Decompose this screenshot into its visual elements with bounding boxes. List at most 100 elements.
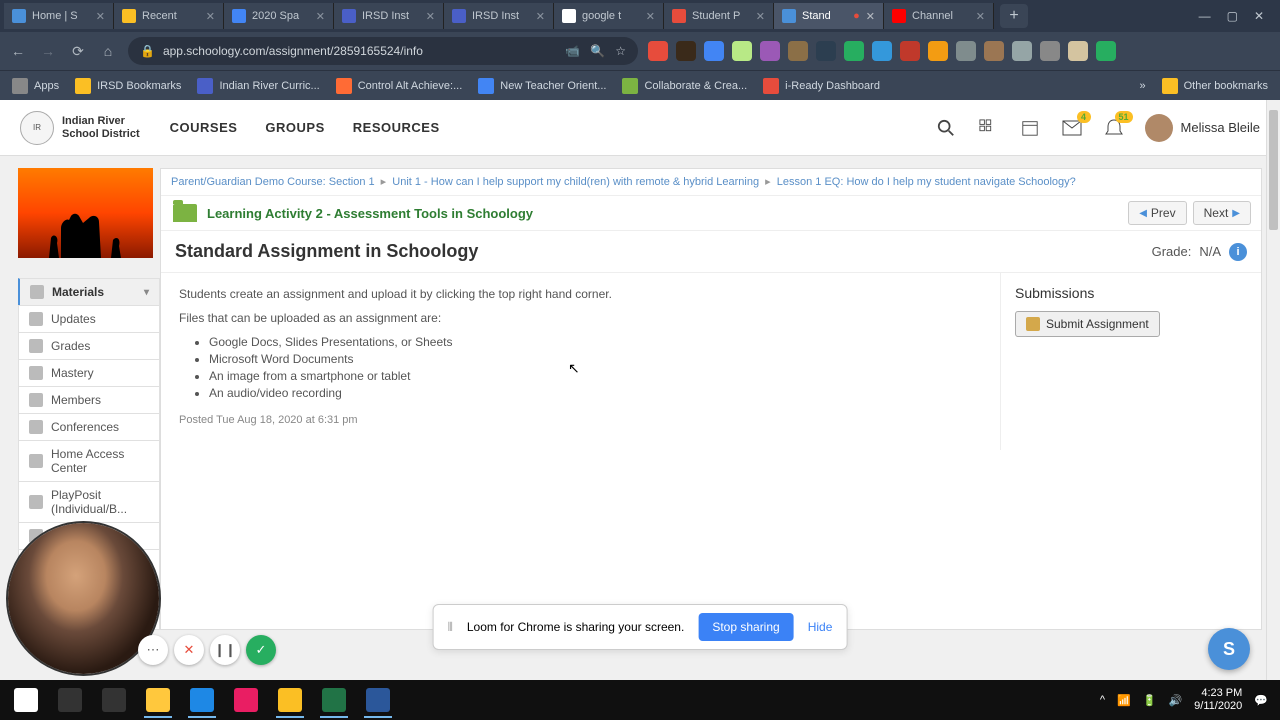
submit-assignment-button[interactable]: Submit Assignment (1015, 311, 1160, 337)
taskbar-item[interactable] (48, 682, 92, 718)
browser-tab[interactable]: IRSD Inst✕ (334, 3, 444, 29)
extension-icon[interactable] (1096, 41, 1116, 61)
taskbar-item[interactable] (224, 682, 268, 718)
camera-icon[interactable]: 📹 (565, 44, 580, 58)
loom-finish-button[interactable]: ✓ (246, 635, 276, 665)
breadcrumb-link[interactable]: Lesson 1 EQ: How do I help my student na… (777, 176, 1076, 188)
search-button[interactable] (935, 117, 957, 139)
folder-title-link[interactable]: Learning Activity 2 - Assessment Tools i… (207, 206, 533, 221)
grade-info-icon[interactable]: i (1229, 243, 1247, 261)
nav-link[interactable]: RESOURCES (353, 120, 440, 135)
calendar-button[interactable] (1019, 117, 1041, 139)
extension-icon[interactable] (676, 41, 696, 61)
bookmark-item[interactable]: i-Ready Dashboard (763, 78, 880, 94)
nav-link[interactable]: COURSES (170, 120, 238, 135)
logo[interactable]: IR Indian River School District (20, 111, 140, 145)
new-tab-button[interactable]: + (1000, 4, 1028, 28)
browser-tab[interactable]: 2020 Spa✕ (224, 3, 334, 29)
apps-grid-button[interactable] (977, 117, 999, 139)
reload-button[interactable]: ⟳ (68, 43, 88, 60)
tray-network-icon[interactable]: 📶 (1117, 694, 1131, 707)
clock[interactable]: 4:23 PM 9/11/2020 (1194, 687, 1242, 713)
sidebar-item[interactable]: Mastery (18, 359, 160, 387)
browser-tab[interactable]: Recent✕ (114, 3, 224, 29)
sidebar-item[interactable]: Updates (18, 305, 160, 333)
extension-icon[interactable] (1068, 41, 1088, 61)
forward-button[interactable]: → (38, 43, 58, 59)
minimize-button[interactable]: — (1199, 9, 1211, 23)
sidebar-item[interactable]: Grades (18, 332, 160, 360)
user-menu[interactable]: Melissa Bleile (1145, 114, 1260, 142)
other-bookmarks[interactable]: Other bookmarks (1162, 78, 1268, 94)
extension-icon[interactable] (872, 41, 892, 61)
browser-tab[interactable]: google t✕ (554, 3, 664, 29)
scroll-thumb[interactable] (1269, 110, 1278, 230)
loom-more-button[interactable]: ⋯ (138, 635, 168, 665)
sidebar-item[interactable]: Conferences (18, 413, 160, 441)
home-button[interactable]: ⌂ (98, 43, 118, 59)
extension-icon[interactable] (900, 41, 920, 61)
taskbar-item[interactable] (356, 682, 400, 718)
taskbar-item[interactable] (136, 682, 180, 718)
sidebar-item[interactable]: Home Access Center (18, 440, 160, 482)
breadcrumb-link[interactable]: Parent/Guardian Demo Course: Section 1 (171, 176, 375, 188)
taskbar-item[interactable] (4, 682, 48, 718)
share-grip-icon[interactable]: ⦀ (448, 620, 453, 635)
extension-icon[interactable] (1040, 41, 1060, 61)
stop-sharing-button[interactable]: Stop sharing (698, 613, 793, 641)
star-icon[interactable]: ☆ (615, 44, 626, 58)
bookmark-item[interactable]: Indian River Curric... (197, 78, 319, 94)
loom-pause-button[interactable]: ❙❙ (210, 635, 240, 665)
extension-icon[interactable] (956, 41, 976, 61)
scrollbar[interactable] (1266, 100, 1280, 680)
url-input[interactable]: 🔒 app.schoology.com/assignment/285916552… (128, 37, 638, 65)
sidebar-item[interactable]: Members (18, 386, 160, 414)
tray-battery-icon[interactable]: 🔋 (1143, 694, 1157, 707)
loom-cancel-button[interactable]: ✕ (174, 635, 204, 665)
browser-tab[interactable]: IRSD Inst✕ (444, 3, 554, 29)
mail-button[interactable]: 4 (1061, 117, 1083, 139)
bookmark-item[interactable]: New Teacher Orient... (478, 78, 606, 94)
course-image[interactable] (18, 168, 153, 258)
extension-icon[interactable] (816, 41, 836, 61)
prev-button[interactable]: ◀Prev (1128, 201, 1186, 225)
nav-link[interactable]: GROUPS (265, 120, 324, 135)
bookmark-item[interactable]: IRSD Bookmarks (75, 78, 181, 94)
extension-icon[interactable] (732, 41, 752, 61)
extension-icon[interactable] (760, 41, 780, 61)
tray-chevron-icon[interactable]: ^ (1100, 694, 1105, 706)
extension-icon[interactable] (928, 41, 948, 61)
tray-notifications-icon[interactable]: 💬 (1254, 694, 1268, 707)
taskbar-item[interactable] (268, 682, 312, 718)
extension-icon[interactable] (844, 41, 864, 61)
taskbar-item[interactable] (92, 682, 136, 718)
taskbar-item[interactable] (312, 682, 356, 718)
maximize-button[interactable]: ▢ (1227, 9, 1238, 23)
extension-icon[interactable] (648, 41, 668, 61)
hide-share-button[interactable]: Hide (808, 620, 833, 634)
schoology-help-bubble[interactable]: S (1208, 628, 1250, 670)
taskbar-item[interactable] (180, 682, 224, 718)
extension-icon[interactable] (984, 41, 1004, 61)
bookmark-item[interactable]: Apps (12, 78, 59, 94)
browser-tab[interactable]: Stand●✕ (774, 3, 884, 29)
sidebar-item[interactable]: PlayPosit (Individual/B... (18, 481, 160, 523)
extension-icon[interactable] (1012, 41, 1032, 61)
tray-volume-icon[interactable]: 🔊 (1168, 694, 1182, 707)
zoom-icon[interactable]: 🔍 (590, 44, 605, 58)
next-button[interactable]: Next▶ (1193, 201, 1251, 225)
sidebar-item[interactable]: Materials▾ (18, 278, 160, 306)
browser-tab[interactable]: Home | S✕ (4, 3, 114, 29)
bookmarks-overflow[interactable]: » (1140, 80, 1146, 92)
username-label: Melissa Bleile (1181, 120, 1260, 135)
back-button[interactable]: ← (8, 43, 28, 59)
notifications-button[interactable]: 51 (1103, 117, 1125, 139)
close-window-button[interactable]: ✕ (1254, 9, 1264, 23)
extension-icon[interactable] (704, 41, 724, 61)
browser-tab[interactable]: Channel✕ (884, 3, 994, 29)
bookmark-item[interactable]: Control Alt Achieve:... (336, 78, 463, 94)
extension-icon[interactable] (788, 41, 808, 61)
breadcrumb-link[interactable]: Unit 1 - How can I help support my child… (392, 176, 759, 188)
bookmark-item[interactable]: Collaborate & Crea... (622, 78, 747, 94)
browser-tab[interactable]: Student P✕ (664, 3, 774, 29)
